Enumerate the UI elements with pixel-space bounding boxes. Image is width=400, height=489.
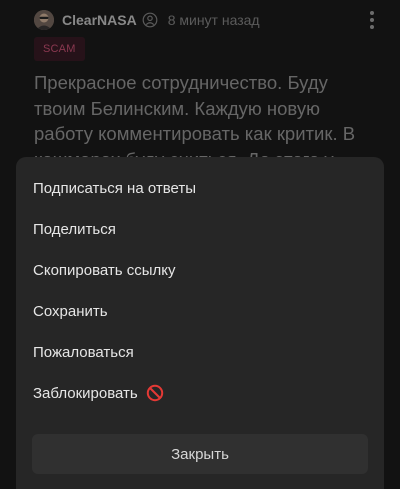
menu-item-copy-link[interactable]: Скопировать ссылку (16, 250, 384, 290)
menu-item-label: Заблокировать (33, 384, 138, 402)
ban-icon (146, 384, 164, 402)
action-sheet: Подписаться на ответы Поделиться Скопиро… (16, 157, 384, 489)
close-button-label: Закрыть (171, 445, 229, 463)
menu-item-label: Подписаться на ответы (33, 179, 197, 197)
menu-item-label: Пожаловаться (33, 343, 134, 361)
menu-item-save[interactable]: Сохранить (16, 291, 384, 331)
menu-item-label: Поделиться (33, 220, 116, 238)
menu-item-report[interactable]: Пожаловаться (16, 332, 384, 372)
close-button[interactable]: Закрыть (32, 434, 368, 474)
menu-item-label: Скопировать ссылку (33, 261, 176, 279)
menu-item-share[interactable]: Поделиться (16, 209, 384, 249)
menu-item-label: Сохранить (33, 302, 108, 320)
menu-item-subscribe-replies[interactable]: Подписаться на ответы (16, 168, 384, 208)
menu-item-block[interactable]: Заблокировать (16, 373, 384, 413)
